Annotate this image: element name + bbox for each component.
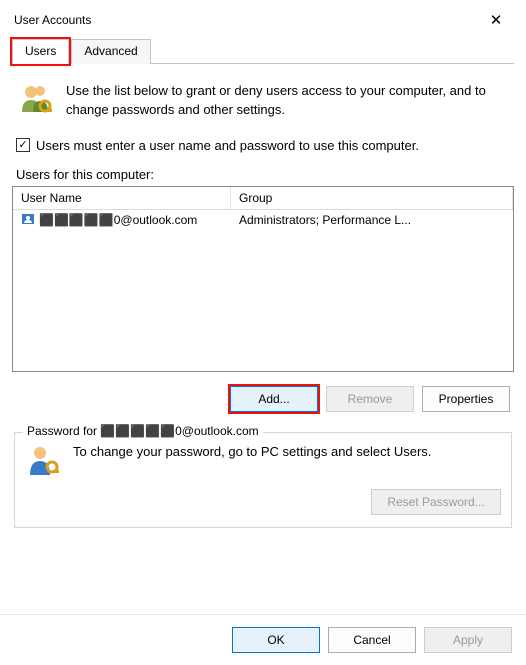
apply-button: Apply (424, 627, 512, 653)
col-username[interactable]: User Name (13, 187, 231, 209)
close-icon: ✕ (490, 11, 503, 29)
require-login-row: ✓ Users must enter a user name and passw… (12, 134, 514, 165)
users-list-label: Users for this computer: (12, 165, 514, 186)
list-buttons: Add... Remove Properties (12, 372, 514, 426)
intro-text: Use the list below to grant or deny user… (66, 82, 508, 120)
ok-button[interactable]: OK (232, 627, 320, 653)
require-login-label: Users must enter a user name and passwor… (36, 138, 419, 153)
table-row[interactable]: ⬛⬛⬛⬛⬛0@outlook.com Administrators; Perfo… (13, 210, 513, 230)
cancel-button[interactable]: Cancel (328, 627, 416, 653)
col-group[interactable]: Group (231, 187, 513, 209)
titlebar: User Accounts ✕ (0, 0, 526, 36)
users-keys-icon (18, 82, 54, 118)
listview-header: User Name Group (13, 187, 513, 210)
close-button[interactable]: ✕ (476, 6, 516, 34)
password-help-text: To change your password, go to PC settin… (73, 443, 431, 462)
reset-password-button: Reset Password... (371, 489, 501, 515)
window-title: User Accounts (14, 13, 91, 27)
require-login-checkbox[interactable]: ✓ (16, 138, 30, 152)
user-avatar-icon (21, 213, 35, 227)
intro-row: Use the list below to grant or deny user… (12, 76, 514, 134)
password-group: Password for ⬛⬛⬛⬛⬛0@outlook.com To chang… (14, 432, 512, 528)
add-button[interactable]: Add... (230, 386, 318, 412)
legend-user: ⬛⬛⬛⬛⬛0@outlook.com (100, 424, 258, 438)
user-password-icon (25, 443, 61, 479)
properties-button[interactable]: Properties (422, 386, 510, 412)
remove-button: Remove (326, 386, 414, 412)
row-group: Administrators; Performance L... (231, 210, 513, 230)
row-username: ⬛⬛⬛⬛⬛0@outlook.com (39, 213, 197, 227)
dialog-content: Users Advanced Use the list below to gra… (0, 36, 526, 546)
password-group-legend: Password for ⬛⬛⬛⬛⬛0@outlook.com (23, 424, 263, 438)
tab-strip: Users Advanced (12, 38, 514, 64)
users-listview[interactable]: User Name Group ⬛⬛⬛⬛⬛0@outlook.com Admin… (12, 186, 514, 372)
tab-users[interactable]: Users (12, 39, 69, 64)
tab-advanced[interactable]: Advanced (71, 39, 150, 64)
dialog-button-row: OK Cancel Apply (0, 614, 526, 665)
legend-prefix: Password for (27, 424, 97, 438)
